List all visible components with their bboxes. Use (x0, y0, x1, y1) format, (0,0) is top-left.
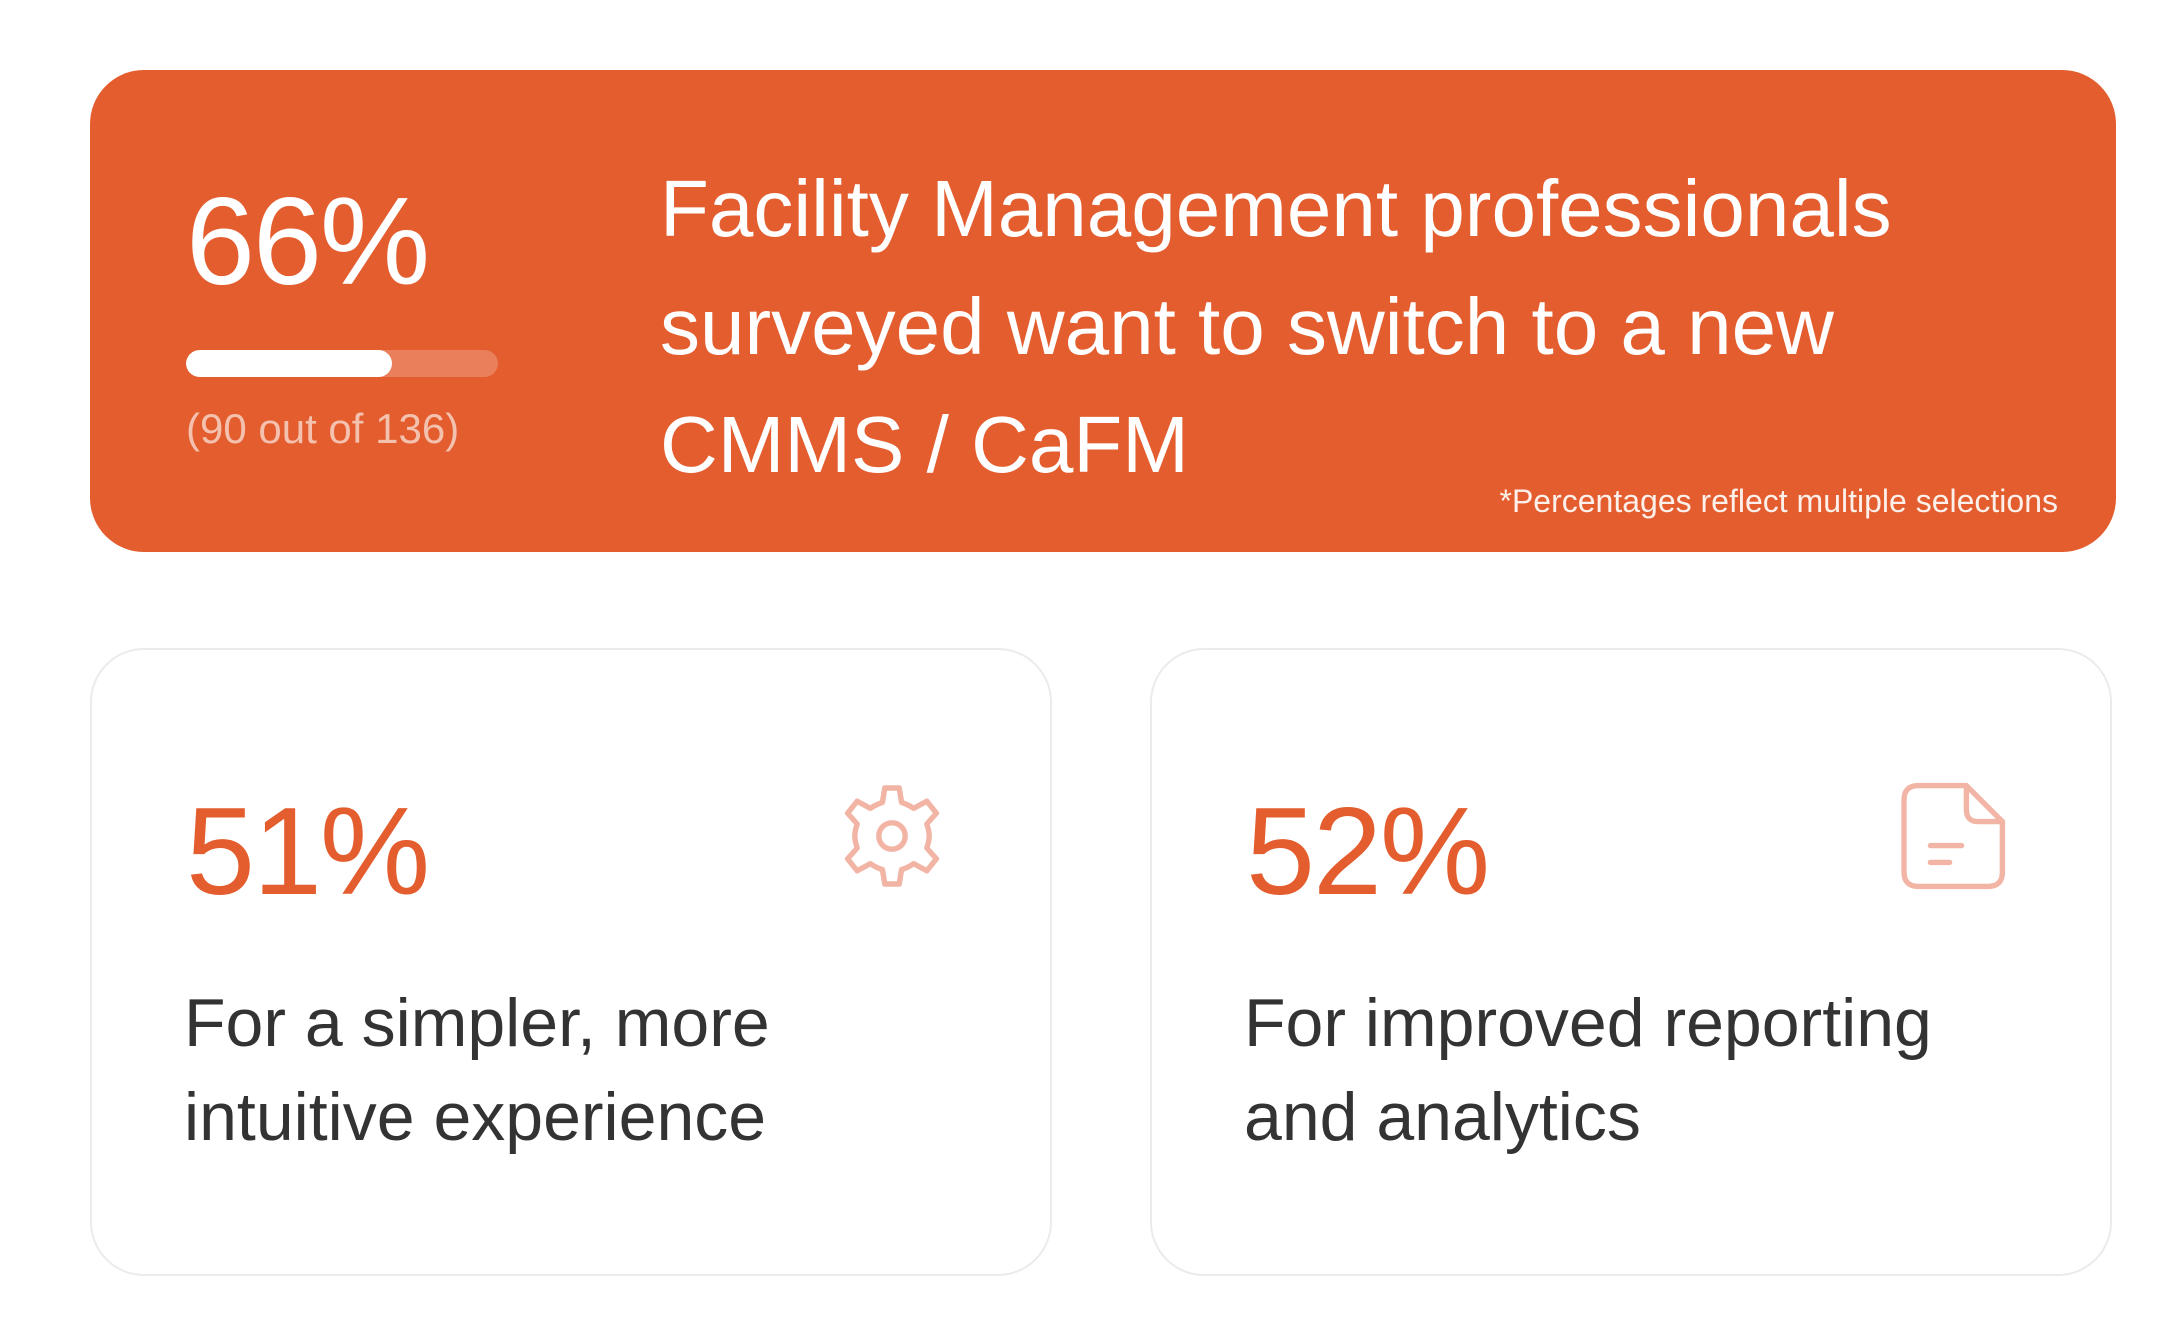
hero-headline: Facility Management professionals survey… (660, 164, 1892, 489)
hero-percent: 66% (186, 173, 430, 311)
stat-card-reporting-analytics: 52% For improved reporting and analytics (1150, 648, 2112, 1276)
progress-bar (186, 350, 498, 377)
gear-icon (832, 776, 952, 896)
stat-card-description: For a simpler, more intuitive experience (184, 985, 770, 1155)
stat-card-simpler-experience: 51% For a simpler, more intuitive experi… (90, 648, 1052, 1276)
hero-footnote: *Percentages reflect multiple selections (1499, 483, 2059, 519)
stat-card-percent: 52% (1246, 783, 1490, 921)
document-icon (1892, 776, 2012, 896)
stat-card-description: For improved reporting and analytics (1244, 985, 1932, 1155)
hero-banner: 66% (90 out of 136) Facility Management … (90, 70, 2116, 552)
progress-bar-fill (186, 350, 392, 377)
hero-count: (90 out of 136) (186, 405, 460, 452)
stat-card-percent: 51% (186, 783, 430, 921)
